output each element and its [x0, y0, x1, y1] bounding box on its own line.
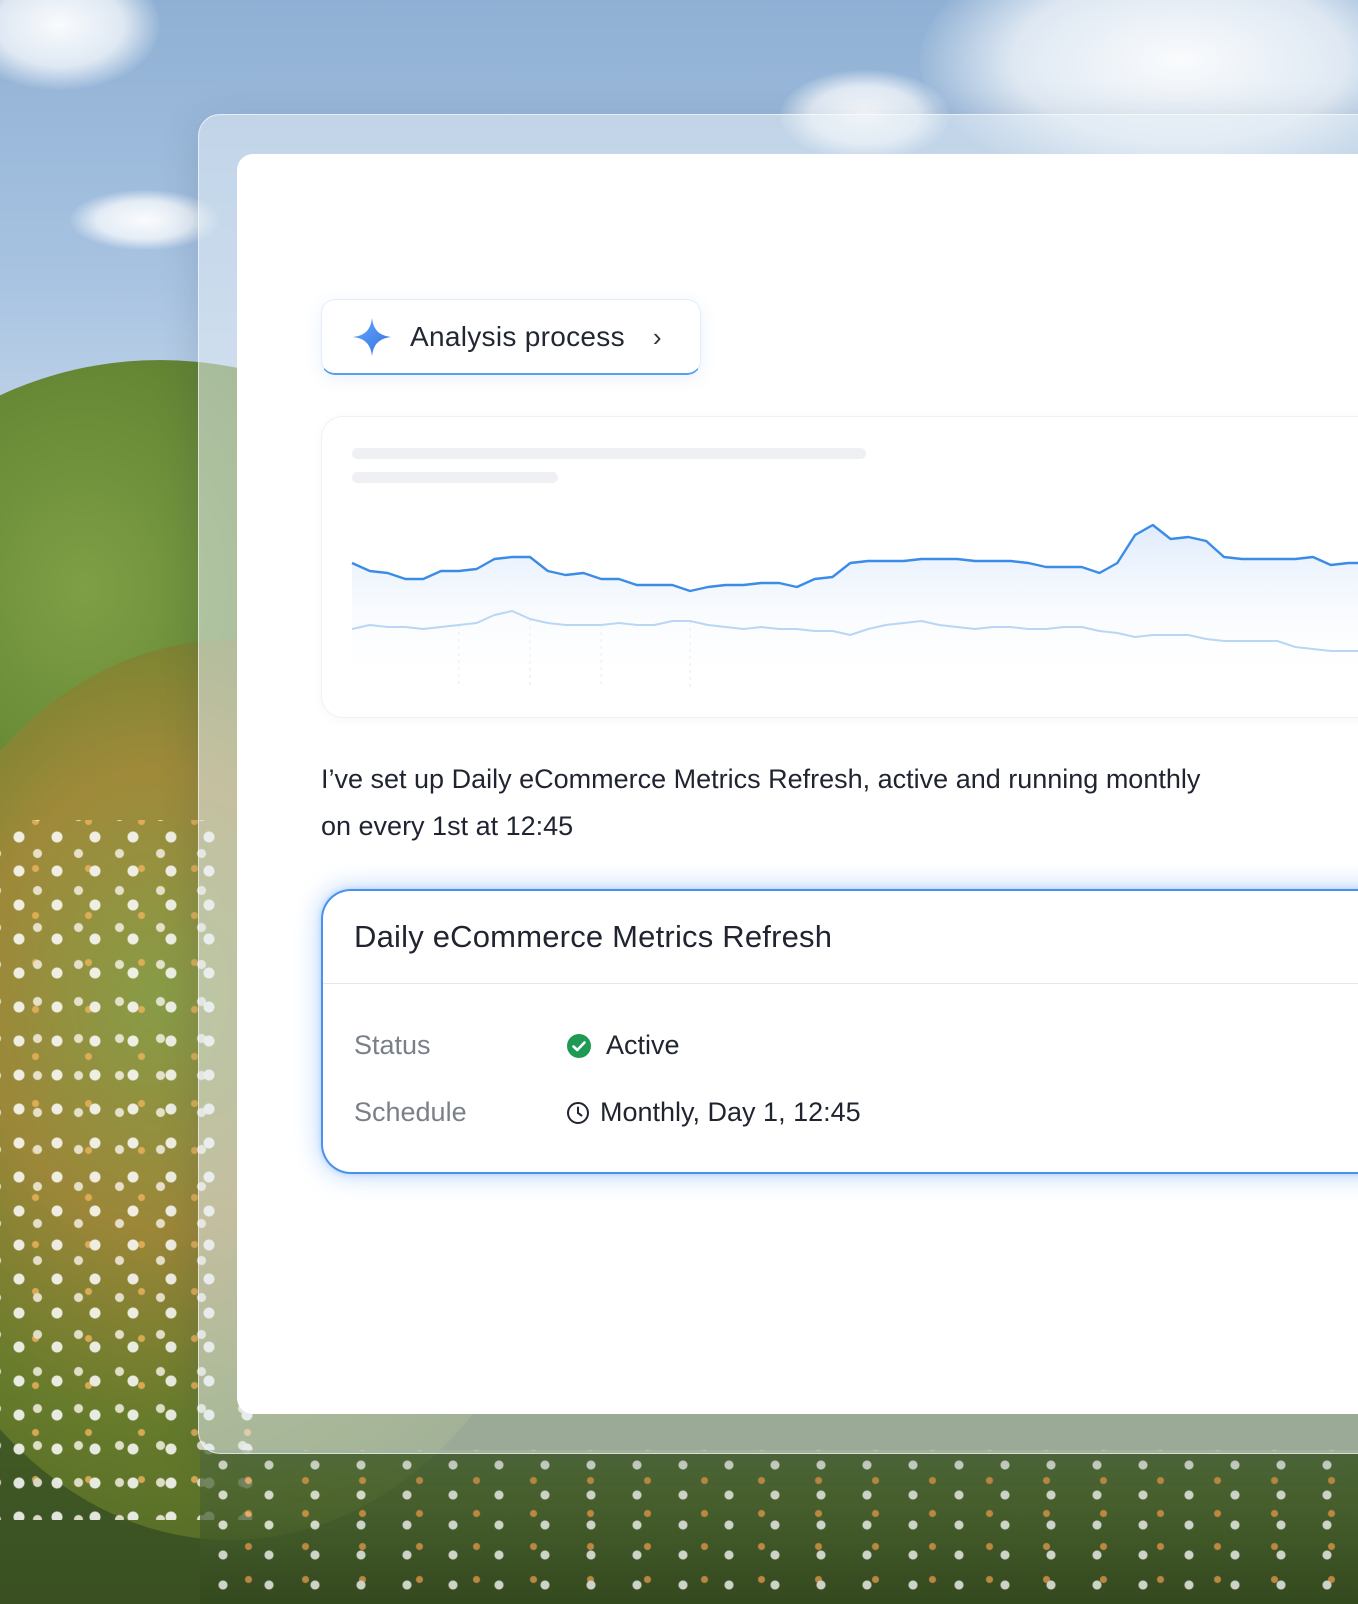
job-title: Daily eCommerce Metrics Refresh — [354, 919, 833, 954]
assistant-message: I’ve set up Daily eCommerce Metrics Refr… — [321, 764, 1201, 841]
schedule-row: Schedule Monthly, Day 1, 12:45 — [354, 1097, 861, 1128]
status-row: Status Active — [354, 1030, 680, 1061]
check-circle-icon — [567, 1033, 591, 1058]
area-chart — [351, 523, 1358, 687]
status-value: Active — [606, 1030, 680, 1060]
clock-icon — [567, 1101, 589, 1124]
cloud-shape — [0, 0, 160, 90]
status-label: Status — [354, 1030, 431, 1060]
schedule-value: Monthly, Day 1, 12:45 — [600, 1097, 861, 1127]
schedule-label: Schedule — [354, 1097, 467, 1127]
sparkle-icon — [353, 317, 391, 356]
wildflowers-foreground — [200, 1450, 1358, 1604]
series-area — [352, 525, 1358, 687]
analysis-process-button[interactable]: Analysis process › — [321, 299, 701, 375]
analysis-process-label: Analysis process — [410, 320, 625, 352]
chevron-right-icon: › — [652, 321, 662, 352]
chart-preview-card — [321, 416, 1358, 718]
scheduled-job-card[interactable]: Daily eCommerce Metrics Refresh Status A… — [321, 889, 1358, 1174]
divider — [323, 983, 1358, 984]
